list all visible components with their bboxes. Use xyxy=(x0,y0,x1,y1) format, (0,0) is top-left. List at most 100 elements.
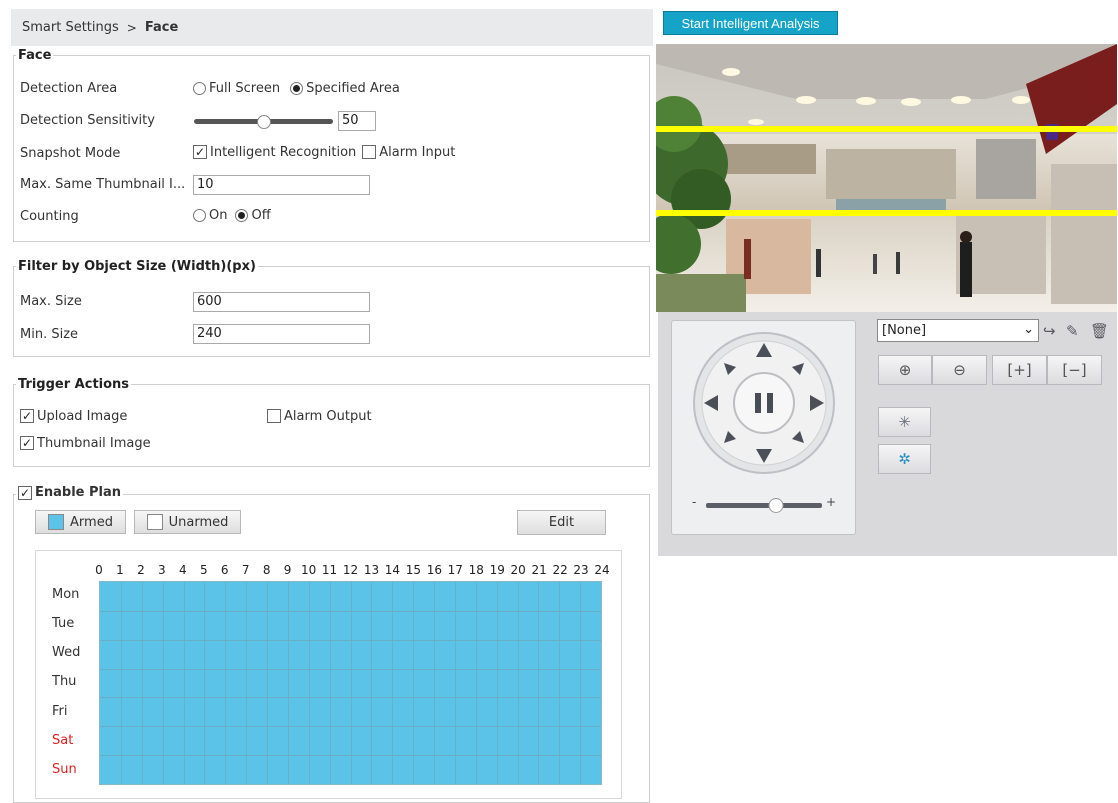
intelligent-recognition-option[interactable]: Intelligent Recognition xyxy=(193,145,356,160)
detection-sensitivity-label: Detection Sensitivity xyxy=(20,113,155,128)
day-label: Wed xyxy=(52,645,81,661)
upload-image-option[interactable]: Upload Image xyxy=(20,409,127,424)
grid-column-line xyxy=(434,582,435,784)
armed-swatch xyxy=(48,514,65,530)
thumbnail-image-option[interactable]: Thumbnail Image xyxy=(20,436,151,451)
snapshot-mode-options: Intelligent Recognition Alarm Input xyxy=(193,141,455,163)
schedule-grid[interactable] xyxy=(99,581,602,785)
enable-plan-option[interactable]: Enable Plan xyxy=(18,485,121,500)
hour-label: 0 xyxy=(95,563,103,577)
hour-label: 19 xyxy=(489,563,505,577)
breadcrumb-parent[interactable]: Smart Settings xyxy=(22,20,119,35)
settings-panel: Smart Settings > Face Face Detection Are… xyxy=(8,9,653,803)
alarm-output-label: Alarm Output xyxy=(284,408,372,424)
grid-column-line xyxy=(392,582,394,784)
ptz-speed-minus: - xyxy=(692,495,697,509)
grid-row-line xyxy=(100,726,601,728)
thumbnail-image-checkbox[interactable] xyxy=(20,436,34,450)
hour-label: 18 xyxy=(468,563,484,577)
detection-area-label: Detection Area xyxy=(20,81,118,96)
specified-area-radio[interactable] xyxy=(290,81,304,95)
enable-plan-label: Enable Plan xyxy=(35,485,122,500)
zoom-out-button[interactable]: ⊖ xyxy=(932,355,987,385)
full-screen-radio[interactable] xyxy=(193,81,206,95)
ptz-speed-slider-track[interactable] xyxy=(706,503,822,508)
start-intelligent-analysis-button[interactable]: Start Intelligent Analysis xyxy=(663,11,838,35)
grid-column-line xyxy=(371,582,373,784)
breadcrumb: Smart Settings > Face xyxy=(11,9,653,46)
preset-select[interactable]: [None] ⌄ xyxy=(877,319,1039,342)
hour-label: 13 xyxy=(363,563,380,577)
counting-off-option[interactable]: Off xyxy=(235,208,271,223)
max-thumbnail-input[interactable]: 10 xyxy=(193,175,370,195)
counting-on-option[interactable]: On xyxy=(193,208,227,223)
detection-line-bottom[interactable] xyxy=(656,210,1117,216)
edit-preset-icon[interactable]: ✎ xyxy=(1066,322,1079,340)
upload-image-checkbox[interactable] xyxy=(20,409,34,423)
grid-column-line xyxy=(559,582,561,784)
hour-label: 4 xyxy=(179,563,187,577)
enable-plan-checkbox[interactable] xyxy=(18,485,32,500)
hour-label: 15 xyxy=(405,563,422,577)
light-button[interactable]: ✳ xyxy=(878,407,931,437)
hour-label: 22 xyxy=(552,563,568,577)
upload-image-row: Upload Image xyxy=(20,405,127,427)
min-size-input[interactable]: 240 xyxy=(193,324,370,344)
mall-scene-image xyxy=(656,44,1117,312)
hour-label: 5 xyxy=(199,563,208,577)
focus-near-icon: [+] xyxy=(1007,361,1032,379)
focus-far-button[interactable]: [−] xyxy=(1047,355,1102,385)
detection-line-top[interactable] xyxy=(656,126,1117,132)
grid-column-line xyxy=(225,582,227,784)
hour-label: 20 xyxy=(510,563,526,577)
grid-row-line xyxy=(100,610,601,612)
plan-legend-wrap: Enable Plan xyxy=(16,485,123,504)
day-label: Fri xyxy=(52,703,68,719)
grid-column-line xyxy=(141,582,143,784)
hour-label: 21 xyxy=(531,563,547,577)
alarm-output-checkbox[interactable] xyxy=(267,409,281,423)
face-legend: Face xyxy=(18,48,52,63)
specified-area-option[interactable]: Specified Area xyxy=(290,81,400,96)
intelligent-recognition-checkbox[interactable] xyxy=(193,145,207,159)
chevron-down-icon: ⌄ xyxy=(1023,322,1034,337)
sensitivity-slider-thumb[interactable] xyxy=(256,115,271,129)
auto-focus-button[interactable]: ✲ xyxy=(878,444,931,474)
hour-label: 8 xyxy=(262,563,271,577)
day-label: Sun xyxy=(52,761,77,777)
unarmed-label: Unarmed xyxy=(168,514,229,530)
max-size-input[interactable]: 600 xyxy=(193,292,370,312)
live-video[interactable] xyxy=(656,44,1117,312)
edit-button[interactable]: Edit xyxy=(517,510,606,535)
sensitivity-value-input[interactable]: 50 xyxy=(338,111,376,131)
counting-off-radio[interactable] xyxy=(235,208,249,222)
hour-label: 6 xyxy=(220,563,229,577)
full-screen-option[interactable]: Full Screen xyxy=(193,81,280,96)
zoom-in-button[interactable]: ⊕ xyxy=(878,355,932,385)
unarmed-swatch xyxy=(146,514,163,530)
focus-near-button[interactable]: [+] xyxy=(992,355,1047,385)
grid-column-line xyxy=(329,582,331,784)
counting-on-radio[interactable] xyxy=(193,208,206,222)
armed-button[interactable]: Armed xyxy=(35,510,126,534)
alarm-output-option[interactable]: Alarm Output xyxy=(267,409,372,424)
call-preset-icon[interactable]: ↪ xyxy=(1043,322,1056,340)
hour-label: 10 xyxy=(300,563,317,577)
delete-preset-icon[interactable]: 🗑 xyxy=(1090,322,1109,340)
hour-label: 17 xyxy=(447,563,463,577)
ptz-speed-slider-thumb[interactable] xyxy=(768,498,784,513)
thumbnail-image-row: Thumbnail Image xyxy=(20,432,151,454)
unarmed-button[interactable]: Unarmed xyxy=(134,510,241,534)
alarm-input-option[interactable]: Alarm Input xyxy=(362,145,455,160)
pause-icon[interactable] xyxy=(755,393,761,413)
schedule-table: 0 1 2 3 4 5 6 7 8 9 10 11 12 13 14 15 16 17 18 19 20 21 22 23 24… xyxy=(35,550,622,799)
upload-image-label: Upload Image xyxy=(37,408,128,424)
max-size-label: Max. Size xyxy=(20,294,82,309)
hour-label: 7 xyxy=(241,563,250,577)
full-screen-label: Full Screen xyxy=(209,80,281,96)
alarm-input-checkbox[interactable] xyxy=(362,145,377,159)
hour-label: 9 xyxy=(283,563,292,577)
ptz-joystick: - + xyxy=(671,320,856,535)
snapshot-mode-label: Snapshot Mode xyxy=(20,146,121,161)
filter-legend: Filter by Object Size (Width)(px) xyxy=(18,259,256,274)
